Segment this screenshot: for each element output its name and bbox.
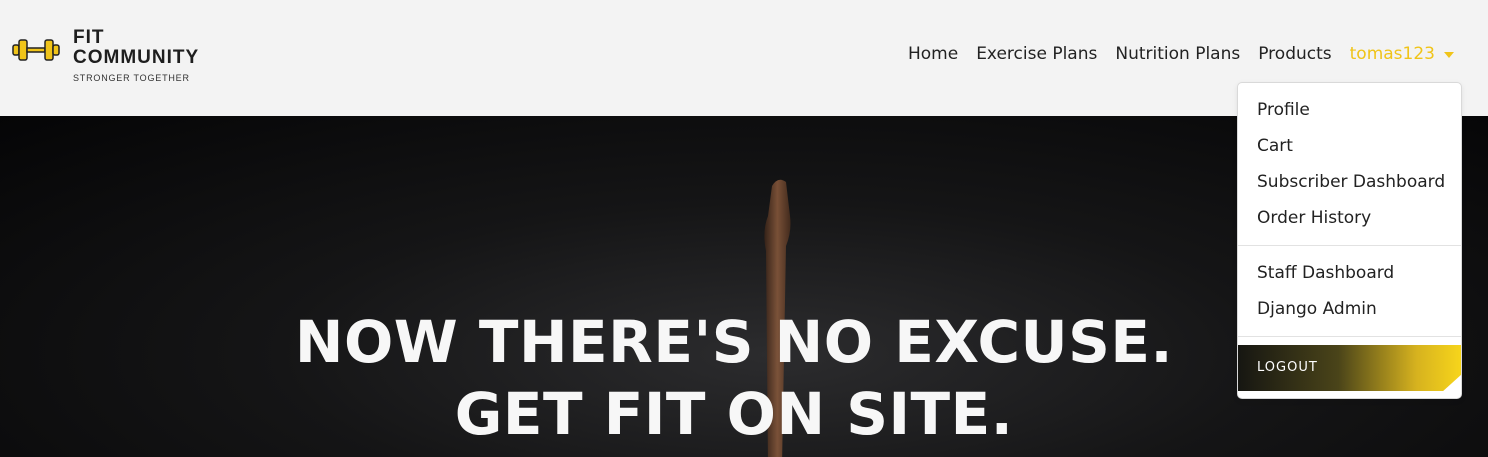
- dropdown-item-profile[interactable]: Profile: [1257, 100, 1310, 120]
- main-nav: Home Exercise Plans Nutrition Plans Prod…: [890, 44, 1454, 64]
- brand-logo-link[interactable]: FIT COMMUNITY STRONGER TOGETHER: [12, 28, 199, 83]
- nav-products[interactable]: Products: [1258, 44, 1331, 64]
- dropdown-item-order-history[interactable]: Order History: [1257, 208, 1371, 228]
- hero-line1: NOW THERE'S NO EXCUSE.: [294, 308, 1174, 376]
- logout-label: LOGOUT: [1257, 360, 1318, 375]
- hero-line2: GET FIT ON SITE.: [454, 380, 1014, 448]
- dropdown-divider: [1238, 336, 1461, 337]
- dropdown-item-subscriber-dashboard[interactable]: Subscriber Dashboard: [1257, 172, 1445, 192]
- brand-tagline: STRONGER TOGETHER: [73, 73, 190, 83]
- caret-down-icon: [1444, 51, 1454, 58]
- nav-home[interactable]: Home: [908, 44, 958, 64]
- user-dropdown-menu: Profile Cart Subscriber Dashboard Order …: [1237, 82, 1462, 399]
- dropdown-item-django-admin[interactable]: Django Admin: [1257, 299, 1377, 319]
- dropdown-divider: [1238, 245, 1461, 246]
- dropdown-item-cart[interactable]: Cart: [1257, 136, 1293, 156]
- nav-exercise-plans[interactable]: Exercise Plans: [976, 44, 1097, 64]
- user-menu-toggle[interactable]: tomas123: [1350, 44, 1454, 64]
- brand-title-line2: COMMUNITY: [73, 47, 200, 68]
- user-menu-label: tomas123: [1349, 44, 1435, 64]
- dumbbell-icon: [12, 39, 60, 61]
- dropdown-item-staff-dashboard[interactable]: Staff Dashboard: [1257, 263, 1394, 283]
- brand-title-line1: FIT: [73, 27, 105, 48]
- logout-button[interactable]: LOGOUT: [1238, 345, 1461, 391]
- nav-nutrition-plans[interactable]: Nutrition Plans: [1115, 44, 1240, 64]
- brand-text: FIT COMMUNITY STRONGER TOGETHER: [73, 27, 200, 84]
